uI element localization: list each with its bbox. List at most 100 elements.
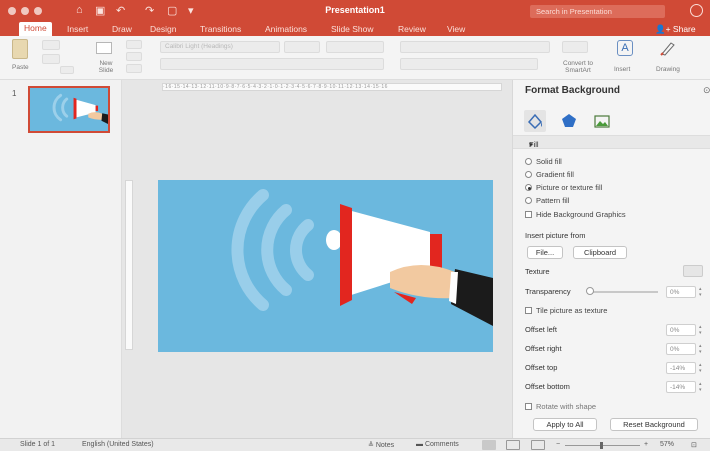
picture-icon[interactable] [591,110,613,132]
reading-view-icon[interactable] [531,440,545,450]
notes-button[interactable]: ≜ Notes [368,441,394,449]
share-button[interactable]: 👤+ Share [655,24,696,35]
title-bar: ⌂ ▣ ↶ ↷ ▢ ▾ Presentation1 Search in Pres… [0,0,710,22]
megaphone-illustration [231,189,493,326]
gradient-fill-label: Gradient fill [536,170,574,179]
convert-smartart-label: Convert to SmartArt [563,60,593,74]
tile-option[interactable]: Tile picture as texture [525,306,607,315]
tab-animations[interactable]: Animations [265,24,307,34]
transparency-label: Transparency [525,287,571,296]
new-slide-icon[interactable] [96,42,112,54]
offset-top-field[interactable]: -14% [666,362,696,374]
file-button[interactable]: File... [527,246,563,259]
zoom-level[interactable]: 57% [660,441,674,448]
section-icon[interactable] [126,64,142,73]
tab-insert[interactable]: Insert [67,24,88,34]
transparency-stepper[interactable]: ▴ ▾ [699,286,704,298]
tab-transitions[interactable]: Transitions [200,24,241,34]
font-format-buttons[interactable] [160,58,384,70]
offset-top-label: Offset top [525,363,558,372]
ribbon-toolbar: Paste New Slide Calibri Light (Headings)… [0,36,710,80]
fill-bucket-icon[interactable] [524,110,546,132]
apply-to-all-button[interactable]: Apply to All [533,418,597,431]
rotate-checkbox[interactable] [525,403,532,410]
pattern-fill-option[interactable]: Pattern fill [525,196,569,205]
hide-graphics-option[interactable]: Hide Background Graphics [525,210,626,219]
pane-title: Format Background [525,85,621,96]
clipboard-button[interactable]: Clipboard [573,246,627,259]
tile-label: Tile picture as texture [536,306,608,315]
smartart-icon[interactable] [562,41,588,53]
effects-pentagon-icon[interactable] [558,110,580,132]
megaphone-thumbnail-icon [52,93,108,124]
slide-sorter-icon[interactable] [506,440,520,450]
gradient-fill-radio[interactable] [525,171,532,178]
offset-left-field[interactable]: 0% [666,324,696,336]
font-name-select[interactable]: Calibri Light (Headings) [160,41,280,53]
slide-count: Slide 1 of 1 [20,441,56,448]
drawing-icon[interactable] [660,40,676,56]
slide-editor: ·16·15·14·13·12·11·10·9·8·7·6·5·4·3·2·1·… [122,80,512,438]
tab-view[interactable]: View [447,24,465,34]
cut-icon[interactable] [42,40,60,50]
hide-graphics-checkbox[interactable] [525,211,532,218]
offset-left-stepper[interactable]: ▴ ▾ [699,324,704,336]
tab-home[interactable]: Home [19,22,52,36]
horizontal-ruler: ·16·15·14·13·12·11·10·9·8·7·6·5·4·3·2·1·… [162,83,502,91]
share-icon: 👤+ [655,24,673,34]
reset-icon[interactable] [126,52,142,61]
format-background-pane: Format Background ⊙ ▾ Fill Solid fill Gr… [512,80,710,438]
offset-right-field[interactable]: 0% [666,343,696,355]
tab-design[interactable]: Design [150,24,176,34]
reset-background-button[interactable]: Reset Background [610,418,698,431]
zoom-in-icon[interactable]: + [644,441,648,448]
rotate-option[interactable]: Rotate with shape [525,402,596,411]
paragraph-align-buttons[interactable] [400,58,538,70]
transparency-slider-track [588,291,658,293]
solid-fill-radio[interactable] [525,158,532,165]
pattern-fill-label: Pattern fill [536,196,570,205]
paste-label: Paste [12,64,29,71]
gradient-fill-option[interactable]: Gradient fill [525,170,574,179]
tab-slide-show[interactable]: Slide Show [331,24,374,34]
zoom-out-icon[interactable]: − [556,441,560,448]
slide-canvas[interactable] [158,180,493,352]
copy-icon[interactable] [42,54,60,64]
insert-icon[interactable]: A [617,40,633,56]
paragraph-list-buttons[interactable] [400,41,550,53]
texture-picker[interactable] [683,265,703,277]
tile-checkbox[interactable] [525,307,532,314]
transparency-slider[interactable] [586,287,594,295]
search-input[interactable]: Search in Presentation [530,5,665,18]
feedback-icon[interactable] [690,4,703,17]
fill-section-header[interactable]: ▾ Fill [513,135,710,149]
close-pane-icon[interactable]: ⊙ [703,85,710,96]
picture-fill-label: Picture or texture fill [536,183,603,192]
picture-fill-radio[interactable] [525,184,532,191]
paste-icon[interactable] [12,39,28,59]
offset-bottom-field[interactable]: -14% [666,381,696,393]
normal-view-icon[interactable] [482,440,496,450]
comments-label: Comments [424,441,459,448]
tab-review[interactable]: Review [398,24,426,34]
fit-slide-icon[interactable]: ⊡ [691,441,697,449]
format-painter-icon[interactable] [60,66,74,74]
picture-fill-option[interactable]: Picture or texture fill [525,183,602,192]
tab-draw[interactable]: Draw [112,24,132,34]
layout-icon[interactable] [126,40,142,49]
solid-fill-option[interactable]: Solid fill [525,157,562,166]
font-size-buttons[interactable] [326,41,384,53]
slide-thumbnail[interactable] [28,86,110,133]
pattern-fill-radio[interactable] [525,197,532,204]
insert-label: Insert [614,66,631,73]
comments-button[interactable]: ▬ Comments [416,441,459,448]
zoom-slider[interactable] [600,442,603,449]
insert-picture-label: Insert picture from [525,231,586,240]
transparency-field[interactable]: 0% [666,286,696,298]
language-status[interactable]: English (United States) [82,441,154,448]
offset-right-stepper[interactable]: ▴ ▾ [699,343,704,355]
offset-bottom-stepper[interactable]: ▴ ▾ [699,381,704,393]
font-size-select[interactable] [284,41,320,53]
offset-top-stepper[interactable]: ▴ ▾ [699,362,704,374]
rotate-label: Rotate with shape [536,402,597,411]
